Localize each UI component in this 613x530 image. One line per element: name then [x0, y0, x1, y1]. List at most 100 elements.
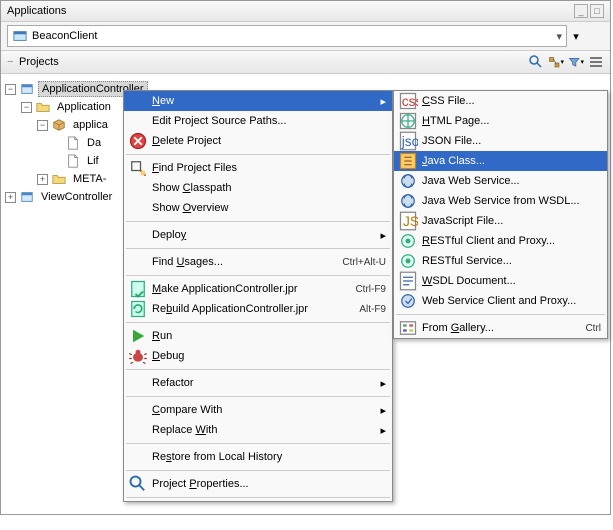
context-menu-item[interactable]: Find Project Files — [124, 158, 392, 178]
minimize-button[interactable]: _ — [574, 4, 588, 18]
submenu-arrow-icon: ▸ — [376, 377, 386, 390]
filter-icon[interactable]: ▾ — [568, 54, 584, 70]
menu-separator — [126, 154, 390, 155]
menu-item-label: JavaScript File... — [418, 215, 601, 227]
menu-item-label: Debug — [148, 350, 386, 362]
file-icon — [65, 135, 81, 151]
menu-separator — [126, 396, 390, 397]
menu-separator — [126, 248, 390, 249]
applications-toolbar: BeaconClient ▾ ▾ — [1, 22, 610, 51]
file-icon — [65, 153, 81, 169]
menu-item-shortcut: Ctrl-F9 — [347, 284, 386, 295]
blank — [128, 93, 148, 109]
menu-separator — [126, 221, 390, 222]
nav-icon[interactable]: ▾ — [548, 54, 564, 70]
menu-item-label: From Gallery... — [418, 322, 577, 334]
context-menu-item[interactable]: Project Properties... — [124, 474, 392, 494]
context-menu-item[interactable]: Edit Project Source Paths... — [124, 111, 392, 131]
new-submenu-item[interactable]: From Gallery...Ctrl — [394, 318, 607, 338]
gallery-icon — [398, 320, 418, 336]
context-menu-item[interactable]: New▸ — [124, 91, 392, 111]
context-menu-item[interactable]: Debug — [124, 346, 392, 366]
json-icon: json — [398, 133, 418, 149]
context-menu-item[interactable]: Show Classpath — [124, 178, 392, 198]
context-menu-item[interactable]: Show Overview — [124, 198, 392, 218]
projects-header: − Projects ▾ ▾ — [1, 51, 610, 74]
menu-separator — [126, 443, 390, 444]
context-menu-item[interactable]: Find Usages...Ctrl+Alt-U — [124, 252, 392, 272]
blank — [128, 180, 148, 196]
expand-icon[interactable]: + — [37, 174, 48, 185]
tree-label: applica — [70, 118, 111, 132]
application-selector[interactable]: BeaconClient ▾ — [7, 25, 567, 47]
restore-button[interactable]: □ — [590, 4, 604, 18]
new-submenu-item[interactable]: HTML Page... — [394, 111, 607, 131]
java-icon — [398, 153, 418, 169]
tree-label: Da — [84, 136, 104, 150]
menu-item-label: Edit Project Source Paths... — [148, 115, 386, 127]
new-submenu-item[interactable]: RESTful Service... — [394, 251, 607, 271]
collapse-projects-button[interactable]: − — [7, 56, 19, 68]
menu-item-label: Replace With — [148, 424, 376, 436]
menu-separator — [126, 470, 390, 471]
context-menu-item[interactable]: Deploy▸ — [124, 225, 392, 245]
new-submenu-item[interactable]: Web Service Client and Proxy... — [394, 291, 607, 311]
collapse-icon[interactable]: − — [37, 120, 48, 131]
js-icon: JS — [398, 213, 418, 229]
menu-item-label: Show Classpath — [148, 182, 386, 194]
new-submenu-item[interactable]: Java Web Service from WSDL... — [394, 191, 607, 211]
css-icon: css — [398, 93, 418, 109]
package-icon — [51, 117, 67, 133]
context-menu-item[interactable]: Restore from Local History — [124, 447, 392, 467]
menu-item-label: RESTful Service... — [418, 255, 601, 267]
menu-icon[interactable] — [588, 54, 604, 70]
expand-icon[interactable]: + — [5, 192, 16, 203]
wsc-icon — [398, 293, 418, 309]
context-menu: New▸Edit Project Source Paths...Delete P… — [123, 90, 393, 502]
context-menu-item[interactable]: Rebuild ApplicationController.jprAlt-F9 — [124, 299, 392, 319]
find-icon — [128, 160, 148, 176]
menu-separator — [126, 322, 390, 323]
submenu-arrow-icon: ▸ — [376, 229, 386, 242]
context-menu-item[interactable]: Make ApplicationController.jprCtrl-F9 — [124, 279, 392, 299]
jws-icon — [398, 173, 418, 189]
menu-item-label: Java Class... — [418, 155, 601, 167]
new-submenu-item[interactable]: RESTful Client and Proxy... — [394, 231, 607, 251]
rebuild-icon — [128, 301, 148, 317]
context-menu-item[interactable]: Run — [124, 326, 392, 346]
delete-icon — [128, 133, 148, 149]
menu-separator — [126, 369, 390, 370]
rest-icon — [398, 253, 418, 269]
collapse-icon[interactable]: − — [21, 102, 32, 113]
menu-item-label: New — [148, 95, 376, 107]
new-submenu-item[interactable]: WSDL Document... — [394, 271, 607, 291]
new-submenu-item[interactable]: cssCSS File... — [394, 91, 607, 111]
search-icon[interactable] — [528, 54, 544, 70]
app-icon — [12, 28, 28, 44]
context-menu-item[interactable]: Delete Project — [124, 131, 392, 151]
app-menu-button[interactable]: ▾ — [567, 30, 585, 43]
menu-item-shortcut: Ctrl+Alt-U — [334, 257, 386, 268]
context-menu-item[interactable]: Refactor▸ — [124, 373, 392, 393]
menu-separator — [126, 497, 390, 498]
menu-item-label: CSS File... — [418, 95, 601, 107]
projects-title: Projects — [19, 56, 528, 68]
menu-item-label: Java Web Service... — [418, 175, 601, 187]
menu-item-label: RESTful Client and Proxy... — [418, 235, 601, 247]
context-menu-item[interactable]: Replace With▸ — [124, 420, 392, 440]
svg-text:css: css — [402, 94, 418, 109]
jws-icon — [398, 193, 418, 209]
new-submenu-item[interactable]: JSJavaScript File... — [394, 211, 607, 231]
wsdl-icon — [398, 273, 418, 289]
menu-item-label: Refactor — [148, 377, 376, 389]
new-submenu-item[interactable]: jsonJSON File... — [394, 131, 607, 151]
collapse-icon[interactable]: − — [5, 84, 16, 95]
menu-item-label: Rebuild ApplicationController.jpr — [148, 303, 351, 315]
new-submenu-item[interactable]: Java Class... — [394, 151, 607, 171]
menu-separator — [126, 275, 390, 276]
new-submenu-item[interactable]: Java Web Service... — [394, 171, 607, 191]
make-icon — [128, 281, 148, 297]
context-menu-item[interactable]: Compare With▸ — [124, 400, 392, 420]
rest-icon — [398, 233, 418, 249]
applications-title: Applications — [7, 5, 572, 17]
